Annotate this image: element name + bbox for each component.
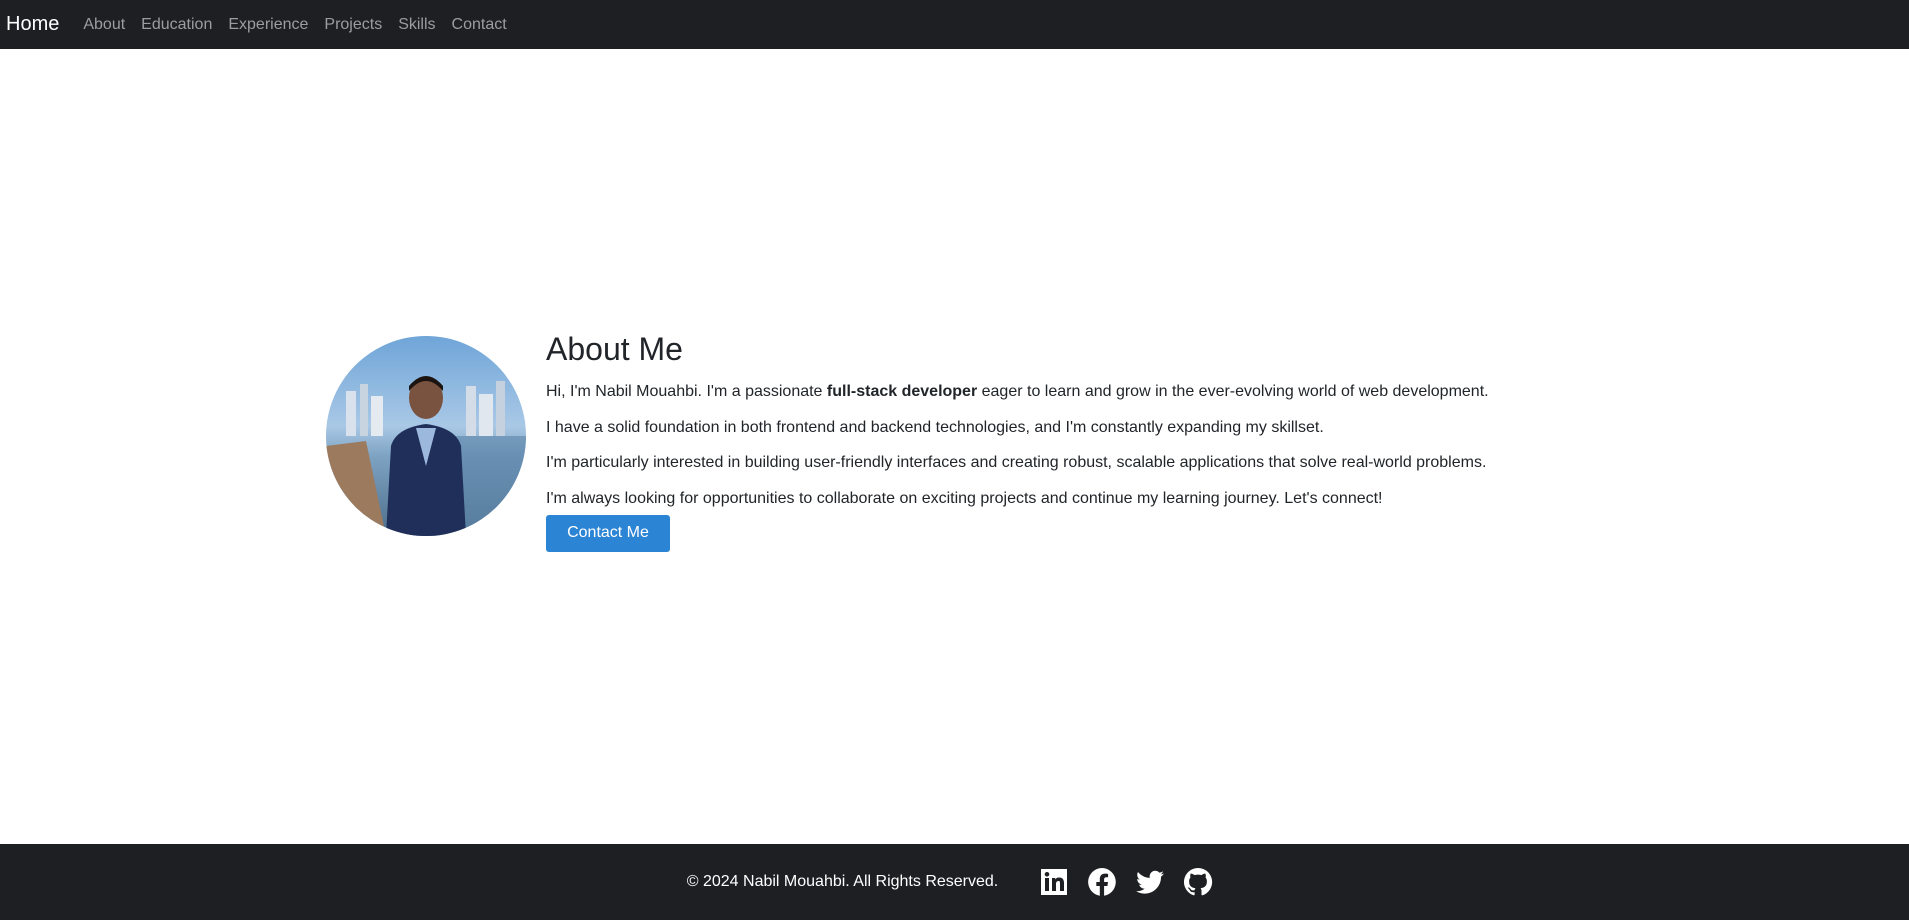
linkedin-icon[interactable] [1038,866,1070,898]
about-paragraph-1: Hi, I'm Nabil Mouahbi. I'm a passionate … [546,382,1489,402]
github-icon[interactable] [1182,866,1214,898]
nav-link-contact[interactable]: Contact [452,16,507,34]
about-section: About Me Hi, I'm Nabil Mouahbi. I'm a pa… [326,330,1489,552]
about-content: About Me Hi, I'm Nabil Mouahbi. I'm a pa… [546,330,1489,552]
about-title: About Me [546,331,683,367]
nav-link-experience[interactable]: Experience [228,16,308,34]
nav-link-projects[interactable]: Projects [324,16,382,34]
about-paragraph-1-start: Hi, I'm Nabil Mouahbi. I'm a passionate [546,383,827,401]
navbar: Home About Education Experience Projects… [0,0,1909,49]
profile-photo [326,336,526,536]
about-paragraph-1-highlight: full-stack developer [826,383,978,401]
nav-brand-home[interactable]: Home [6,13,59,36]
about-paragraph-2: I have a solid foundation in both fronte… [546,418,1324,436]
nav-link-skills[interactable]: Skills [398,16,435,34]
facebook-icon[interactable] [1086,866,1118,898]
nav-link-about[interactable]: About [83,16,125,34]
nav-link-education[interactable]: Education [141,16,212,34]
footer: © 2024 Nabil Mouahbi. All Rights Reserve… [0,844,1909,920]
profile-photo-illustration [326,336,526,536]
about-paragraph-3: I'm particularly interested in building … [546,454,1487,472]
footer-copyright: © 2024 Nabil Mouahbi. All Rights Reserve… [686,873,999,890]
contact-me-button[interactable]: Contact Me [546,514,670,552]
about-paragraph-4: I'm always looking for opportunities to … [546,489,1383,507]
twitter-icon[interactable] [1134,866,1166,898]
about-paragraph-1-end: eager to learn and grow in the ever-evol… [977,383,1489,401]
